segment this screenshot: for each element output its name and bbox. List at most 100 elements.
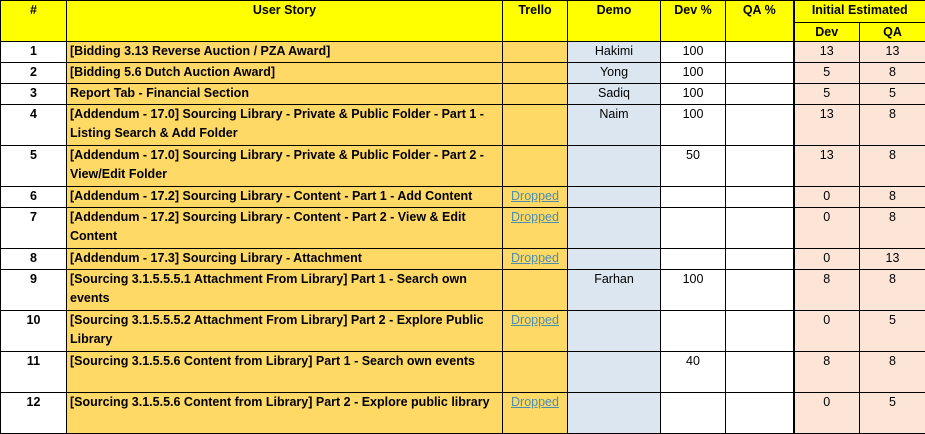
demo-cell[interactable] — [568, 146, 661, 187]
row-num[interactable]: 7 — [1, 208, 67, 249]
dev-pct-cell[interactable]: 100 — [661, 42, 726, 63]
qa-pct-cell[interactable] — [726, 208, 794, 249]
header-num[interactable]: # — [1, 1, 67, 42]
est-qa-cell[interactable]: 8 — [860, 105, 925, 146]
est-qa-cell[interactable]: 8 — [860, 146, 925, 187]
trello-cell[interactable] — [503, 42, 568, 63]
user-story-cell[interactable]: [Sourcing 3.1.5.5.6 Content from Library… — [67, 393, 503, 434]
header-user-story[interactable]: User Story — [67, 1, 503, 42]
header-demo[interactable]: Demo — [568, 1, 661, 42]
est-dev-cell[interactable]: 13 — [794, 42, 860, 63]
dev-pct-cell[interactable] — [661, 311, 726, 352]
trello-cell[interactable] — [503, 84, 568, 105]
user-story-cell[interactable]: [Sourcing 3.1.5.5.5.2 Attachment From Li… — [67, 311, 503, 352]
trello-cell[interactable]: Dropped — [503, 187, 568, 208]
user-story-cell[interactable]: [Addendum - 17.0] Sourcing Library - Pri… — [67, 146, 503, 187]
user-story-cell[interactable]: [Bidding 3.13 Reverse Auction / PZA Awar… — [67, 42, 503, 63]
qa-pct-cell[interactable] — [726, 63, 794, 84]
demo-cell[interactable]: Farhan — [568, 270, 661, 311]
row-num[interactable]: 6 — [1, 187, 67, 208]
est-dev-cell[interactable]: 8 — [794, 352, 860, 393]
dev-pct-cell[interactable] — [661, 208, 726, 249]
dev-pct-cell[interactable]: 100 — [661, 270, 726, 311]
est-qa-cell[interactable]: 8 — [860, 208, 925, 249]
header-est-dev[interactable]: Dev — [794, 23, 860, 42]
qa-pct-cell[interactable] — [726, 146, 794, 187]
qa-pct-cell[interactable] — [726, 270, 794, 311]
demo-cell[interactable]: Hakimi — [568, 42, 661, 63]
qa-pct-cell[interactable] — [726, 84, 794, 105]
row-num[interactable]: 11 — [1, 352, 67, 393]
row-num[interactable]: 8 — [1, 249, 67, 270]
user-story-cell[interactable]: [Bidding 5.6 Dutch Auction Award] — [67, 63, 503, 84]
user-story-cell[interactable]: [Addendum - 17.2] Sourcing Library - Con… — [67, 187, 503, 208]
trello-cell[interactable]: Dropped — [503, 311, 568, 352]
qa-pct-cell[interactable] — [726, 393, 794, 434]
user-story-cell[interactable]: [Addendum - 17.0] Sourcing Library - Pri… — [67, 105, 503, 146]
est-qa-cell[interactable]: 8 — [860, 270, 925, 311]
est-dev-cell[interactable]: 13 — [794, 105, 860, 146]
est-dev-cell[interactable]: 0 — [794, 311, 860, 352]
header-trello[interactable]: Trello — [503, 1, 568, 42]
row-num[interactable]: 3 — [1, 84, 67, 105]
demo-cell[interactable]: Naim — [568, 105, 661, 146]
est-qa-cell[interactable]: 5 — [860, 393, 925, 434]
demo-cell[interactable]: Sadiq — [568, 84, 661, 105]
est-dev-cell[interactable]: 0 — [794, 187, 860, 208]
demo-cell[interactable] — [568, 352, 661, 393]
est-qa-cell[interactable]: 13 — [860, 42, 925, 63]
trello-link[interactable]: Dropped — [511, 313, 559, 327]
row-num[interactable]: 9 — [1, 270, 67, 311]
est-qa-cell[interactable]: 8 — [860, 187, 925, 208]
est-qa-cell[interactable]: 8 — [860, 352, 925, 393]
row-num[interactable]: 2 — [1, 63, 67, 84]
trello-link[interactable]: Dropped — [511, 210, 559, 224]
qa-pct-cell[interactable] — [726, 187, 794, 208]
user-story-cell[interactable]: [Sourcing 3.1.5.5.6 Content from Library… — [67, 352, 503, 393]
est-qa-cell[interactable]: 8 — [860, 63, 925, 84]
row-num[interactable]: 12 — [1, 393, 67, 434]
trello-cell[interactable] — [503, 146, 568, 187]
est-dev-cell[interactable]: 0 — [794, 393, 860, 434]
qa-pct-cell[interactable] — [726, 249, 794, 270]
trello-link[interactable]: Dropped — [511, 251, 559, 265]
est-dev-cell[interactable]: 0 — [794, 249, 860, 270]
row-num[interactable]: 4 — [1, 105, 67, 146]
row-num[interactable]: 5 — [1, 146, 67, 187]
demo-cell[interactable] — [568, 249, 661, 270]
demo-cell[interactable] — [568, 393, 661, 434]
qa-pct-cell[interactable] — [726, 311, 794, 352]
user-story-cell[interactable]: Report Tab - Financial Section — [67, 84, 503, 105]
trello-cell[interactable] — [503, 105, 568, 146]
est-dev-cell[interactable]: 5 — [794, 84, 860, 105]
dev-pct-cell[interactable]: 50 — [661, 146, 726, 187]
dev-pct-cell[interactable] — [661, 393, 726, 434]
est-dev-cell[interactable]: 5 — [794, 63, 860, 84]
trello-cell[interactable]: Dropped — [503, 249, 568, 270]
dev-pct-cell[interactable]: 100 — [661, 105, 726, 146]
qa-pct-cell[interactable] — [726, 42, 794, 63]
demo-cell[interactable]: Yong — [568, 63, 661, 84]
trello-link[interactable]: Dropped — [511, 395, 559, 409]
header-qa-pct[interactable]: QA % — [726, 1, 794, 42]
qa-pct-cell[interactable] — [726, 352, 794, 393]
user-story-cell[interactable]: [Addendum - 17.2] Sourcing Library - Con… — [67, 208, 503, 249]
qa-pct-cell[interactable] — [726, 105, 794, 146]
dev-pct-cell[interactable] — [661, 249, 726, 270]
est-dev-cell[interactable]: 0 — [794, 208, 860, 249]
dev-pct-cell[interactable]: 100 — [661, 63, 726, 84]
demo-cell[interactable] — [568, 187, 661, 208]
dev-pct-cell[interactable]: 100 — [661, 84, 726, 105]
trello-cell[interactable] — [503, 270, 568, 311]
trello-cell[interactable] — [503, 352, 568, 393]
row-num[interactable]: 1 — [1, 42, 67, 63]
user-story-cell[interactable]: [Sourcing 3.1.5.5.5.1 Attachment From Li… — [67, 270, 503, 311]
demo-cell[interactable] — [568, 208, 661, 249]
est-qa-cell[interactable]: 13 — [860, 249, 925, 270]
dev-pct-cell[interactable]: 40 — [661, 352, 726, 393]
est-dev-cell[interactable]: 8 — [794, 270, 860, 311]
trello-cell[interactable]: Dropped — [503, 393, 568, 434]
header-est-qa[interactable]: QA — [860, 23, 925, 42]
est-qa-cell[interactable]: 5 — [860, 84, 925, 105]
est-dev-cell[interactable]: 13 — [794, 146, 860, 187]
